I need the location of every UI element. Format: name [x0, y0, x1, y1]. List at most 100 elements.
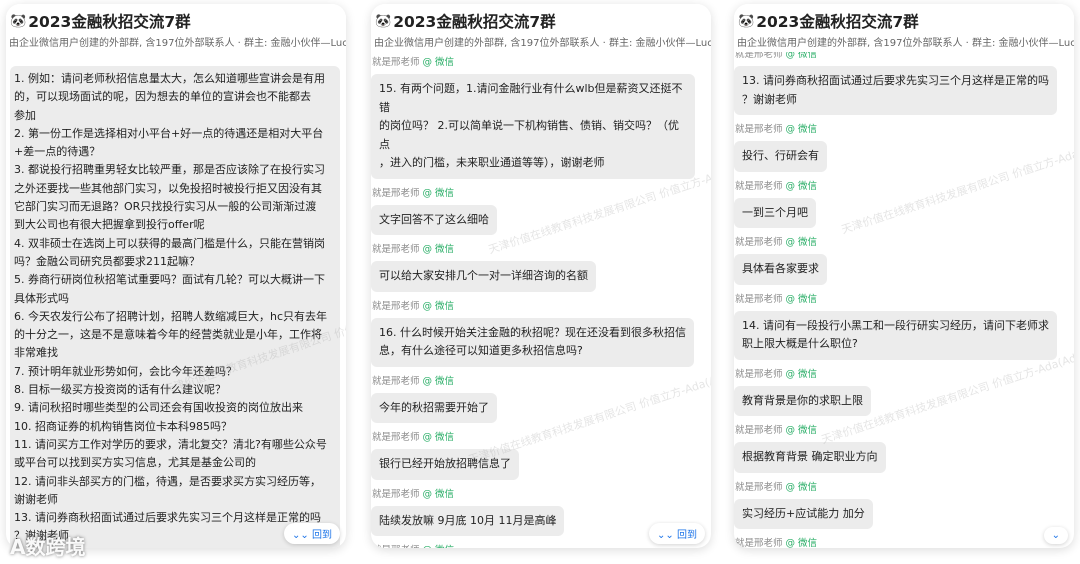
chat-panel-1: 🐼 2023金融秋招交流7群 由企业微信用户创建的外部群, 含197位外部联系人… — [6, 4, 346, 548]
chat-message[interactable]: 就是邢老师 @ 微信文字回答不了这么细哈 — [371, 187, 711, 235]
chat-header: 🐼 2023金融秋招交流7群 由企业微信用户创建的外部群, 含197位外部联系人… — [734, 4, 1074, 52]
group-icon: 🐼 — [738, 13, 755, 29]
message-text: 可以给大家安排几个一对一详细咨询的名额 — [379, 269, 588, 282]
message-bubble: 14. 请问有一段投行小黑工和一段行研实习经历，请问下老师求 职上限大概是什么职位… — [734, 310, 1057, 360]
message-text: 具体形式吗 — [14, 291, 69, 305]
message-text: 11. 请问买方工作对学历的要求，清北复交？清北?有哪些公众号 — [14, 437, 327, 451]
jump-label: 回到 — [312, 530, 332, 541]
jump-label: 回到 — [677, 530, 697, 541]
wechat-tag: @ 微信 — [785, 481, 818, 493]
sender-label: 就是邢老师 — [735, 180, 786, 192]
double-chevron-down-icon: ⌄⌄ — [292, 530, 309, 541]
chat-message[interactable]: 就是邢老师 @ 微信 具体看各家要求 — [734, 236, 1074, 285]
chat-message[interactable]: 就是邢老师 @ 微信 投行、行研会有 — [734, 123, 1074, 172]
message-text: 1. 例如：请问老师秋招信息量太大，怎么知道哪些宣讲会是有用 — [14, 72, 325, 85]
sender-name: 就是邢老师 @ 微信 — [372, 187, 711, 200]
message-text: 银行已经开始放招聘信息了 — [379, 457, 511, 470]
message-bubble: 文字回答不了这么细哈 — [371, 204, 497, 235]
message-bubble: 一到三个月吧 — [734, 197, 816, 228]
group-subtitle: 由企业微信用户创建的外部群, 含197位外部联系人 · 群主: 金融小伙伴—Lu… — [737, 38, 1074, 49]
message-text: 6. 今天农发行公布了招聘计划，招聘人数缩减巨大，hc只有去年 — [14, 309, 328, 323]
message-list[interactable]: 1. 例如：请问老师秋招信息量太大，怎么知道哪些宣讲会是有用 的，可以现场面试的呢… — [6, 52, 346, 548]
message-text: 15. 有两个问题，1.请问金融行业有什么wlb但是薪资又还挺不错 — [379, 82, 683, 114]
chat-header: 🐼 2023金融秋招交流7群 由企业微信用户创建的外部群, 含197位外部联系人… — [6, 4, 346, 52]
message-text: 9. 请问秋招时哪些类型的公司还会有国收投资的岗位放出来 — [14, 401, 303, 415]
sender-label: 就是邢老师 — [372, 545, 423, 548]
chat-message[interactable]: 就是邢老师 @ 微信 — [734, 537, 1074, 548]
message-text: 一到三个月吧 — [742, 205, 808, 219]
wechat-tag: @ 微信 — [422, 488, 455, 500]
chat-message[interactable]: 就是邢老师 @ 微信 可以给大家安排几个一对一详细咨询的名额 — [371, 243, 711, 292]
message-text: 12. 请问非头部买方的门槛，待遇，是否要求买方实习经历等， — [14, 474, 321, 488]
message-text: 10. 招商证券的机构销售岗位卡本科985吗？ — [14, 419, 232, 433]
message-bubble: 教育背景是你的求职上限 — [734, 385, 871, 416]
sender-name: 就是邢老师 @ 微信 — [735, 123, 1074, 136]
message-text: 息，有什么途径可以知道更多秋招信息吗? — [379, 344, 583, 357]
sender-label: 就是邢老师 — [735, 538, 786, 548]
sender-label: 就是邢老师 — [372, 57, 423, 68]
message-text: 的岗位吗？ 2.可以简单说一下机构销售、债销、销交吗？（优点 — [379, 119, 679, 151]
sender-name: 就是邢老师 @ 微信 — [735, 368, 1074, 381]
sender-label: 就是邢老师 — [735, 52, 786, 60]
chat-message[interactable]: 就是邢老师 @ 微信 今年的秋招需要开始了 — [371, 375, 711, 423]
message-bubble: 15. 有两个问题，1.请问金融行业有什么wlb但是薪资又还挺不错 的岗位吗？ 2… — [371, 74, 695, 179]
sender-name: 就是邢老师 @ 微信 — [735, 537, 1074, 548]
sender-name: 就是邢老师 @ 微信 — [372, 431, 711, 444]
message-text: 实习经历+应试能力 加分 — [742, 506, 865, 520]
sender-label: 就是邢老师 — [372, 488, 423, 500]
message-text: ，进入的门槛，未来职业通道等等），谢谢老师 — [379, 156, 605, 169]
group-subtitle: 由企业微信用户创建的外部群, 含197位外部联系人 · 群主: 金融小伙伴—Lu… — [9, 38, 346, 49]
message-text: 今年的秋招需要开始了 — [379, 400, 489, 414]
chat-message[interactable]: 就是邢老师 @ 微信一到三个月吧 — [734, 180, 1074, 228]
sender-label: 就是邢老师 — [735, 481, 786, 493]
sender-label: 就是邢老师 — [372, 432, 423, 443]
wechat-tag: @ 微信 — [422, 300, 455, 312]
sender-label: 就是邢老师 — [372, 375, 423, 387]
chat-message[interactable]: 就是邢老师 @ 微信教育背景是你的求职上限 — [734, 368, 1074, 416]
message-text: 谢谢老师 — [14, 492, 58, 506]
wechat-tag: @ 微信 — [785, 425, 818, 436]
chat-message[interactable]: 就是邢老师 @ 微信 13. 请问券商秋招面试通过后要求先实习三个月这样是正常的吗… — [734, 52, 1074, 115]
message-text: 到大公司也有很大把握拿到投行offer呢 — [14, 218, 205, 232]
wechat-tag: @ 微信 — [423, 545, 455, 548]
sender-name: 就是邢老师 @ 微信 — [372, 56, 711, 69]
chat-message[interactable]: 就是邢老师 @ 微信银行已经开始放招聘信息了 — [371, 431, 711, 480]
double-chevron-down-icon: ⌄ — [1051, 530, 1060, 541]
chat-message[interactable]: 就是邢老师 @ 微信 14. 请问有一段投行小黑工和一段行研实习经历，请问下老师求… — [734, 293, 1074, 360]
chat-message[interactable]: 就是邢老师 @ 微信 根据教育背景 确定职业方向 — [734, 424, 1074, 473]
sender-name: 就是邢老师 @ 微信 — [735, 481, 1074, 494]
message-text: 具体看各家要求 — [742, 262, 819, 275]
chat-message[interactable]: 就是邢老师 @ 微信实习经历+应试能力 加分 — [734, 481, 1074, 529]
sender-name: 就是邢老师 @ 微信 — [372, 488, 711, 501]
chat-message[interactable]: 就是邢老师 @ 微信 — [371, 544, 711, 548]
jump-to-bottom-button[interactable]: ⌄ — [1043, 527, 1068, 544]
chat-message[interactable]: 就是邢老师 @ 微信 15. 有两个问题，1.请问金融行业有什么wlb但是薪资又还… — [371, 56, 711, 179]
group-icon: 🐼 — [375, 13, 392, 29]
message-text: 非常难找 — [14, 346, 58, 360]
sender-label: 就是邢老师 — [735, 237, 786, 248]
message-bubble: 具体看各家要求 — [734, 254, 827, 285]
wechat-tag: @ 微信 — [785, 52, 818, 60]
wechat-tag: @ 微信 — [785, 180, 818, 192]
wechat-tag: @ 微信 — [785, 368, 818, 380]
double-chevron-down-icon: ⌄⌄ — [657, 530, 674, 541]
message-text: 根据教育背景 确定职业方向 — [742, 450, 878, 463]
chat-message[interactable]: 就是邢老师 @ 微信 16. 什么时候开始关注金融的秋招呢？现在还没看到很多秋招信… — [371, 300, 711, 367]
sender-name: 就是邢老师 @ 微信 — [372, 544, 711, 548]
jump-to-bottom-button[interactable]: ⌄⌄ 回到 — [649, 523, 705, 544]
message-bubble: 实习经历+应试能力 加分 — [734, 498, 873, 529]
message-text: 3. 都说投行招聘重男轻女比较严重，那是否应该除了在投行实习 — [14, 163, 325, 177]
message-text: +差一点的待遇？ — [14, 145, 101, 159]
group-title: 2023金融秋招交流7群 — [393, 13, 556, 31]
message-text: 陆续发放嘛 9月底 10月 11月是高峰 — [379, 513, 557, 527]
message-bubble: 可以给大家安排几个一对一详细咨询的名额 — [371, 261, 596, 292]
message-text: 8. 目标一级买方投资岗的话有什么建议呢？ — [14, 383, 226, 397]
message-list[interactable]: 就是邢老师 @ 微信 13. 请问券商秋招面试通过后要求先实习三个月这样是正常的吗… — [734, 52, 1074, 548]
message-list[interactable]: 就是邢老师 @ 微信 15. 有两个问题，1.请问金融行业有什么wlb但是薪资又还… — [371, 52, 711, 548]
sender-label: 就是邢老师 — [372, 187, 423, 199]
jump-to-bottom-button[interactable]: ⌄⌄ 回到 — [284, 523, 340, 544]
wechat-tag: @ 微信 — [422, 244, 455, 255]
sender-label: 就是邢老师 — [735, 124, 786, 135]
brand-watermark: A数跨境 — [10, 535, 86, 559]
message-text: 7. 预计明年就业形势如何，会比今年还差吗？ — [14, 364, 237, 378]
